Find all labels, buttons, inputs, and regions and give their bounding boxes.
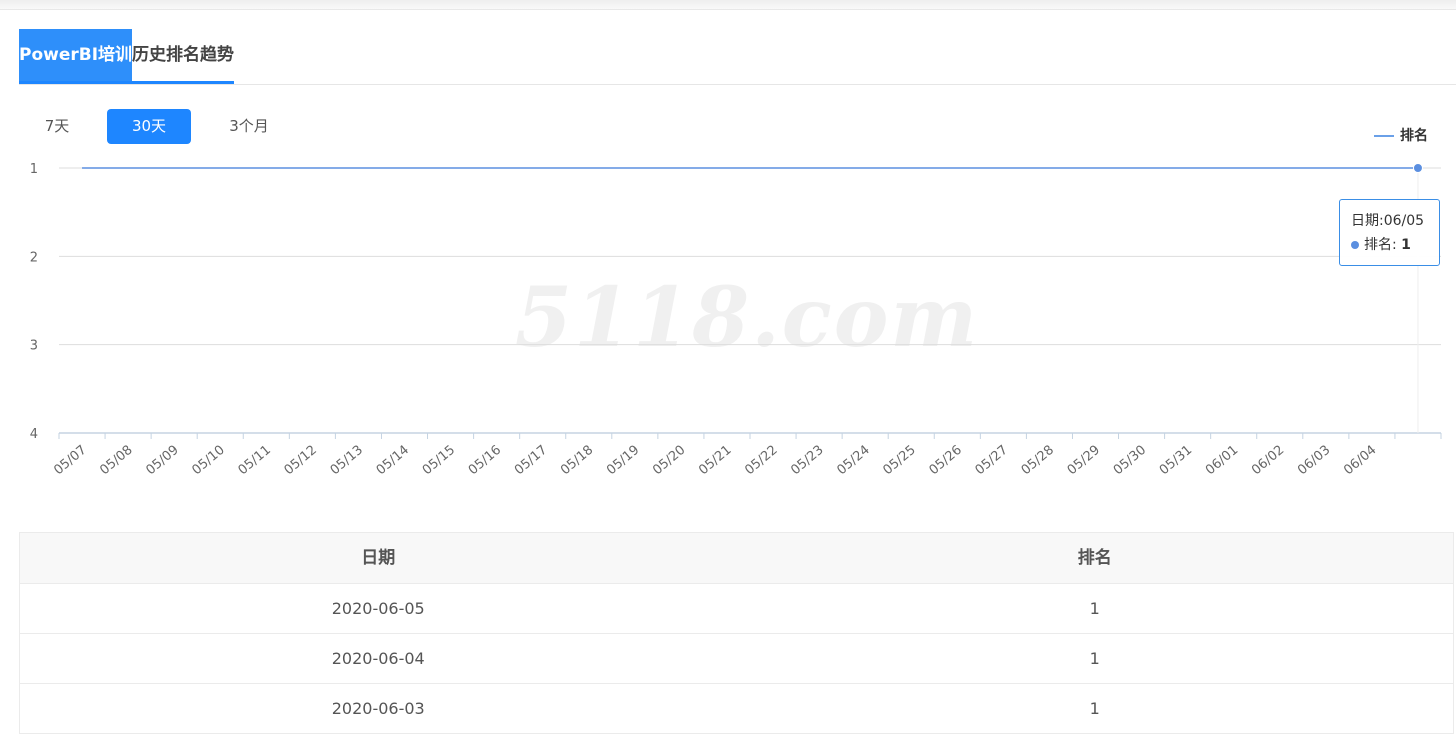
x-tick-label: 05/29 (1065, 443, 1103, 479)
x-tick-label: 05/13 (328, 443, 366, 479)
x-tick-label: 05/24 (834, 443, 872, 479)
table-cell-rank: 1 (1089, 649, 1100, 668)
x-tick-label: 05/10 (189, 443, 227, 479)
x-tick-label: 05/09 (143, 443, 181, 479)
y-tick-label: 4 (30, 427, 38, 442)
table-row: 2020-06-05 1 (20, 584, 1453, 634)
tooltip-series-row: 排名: 1 (1351, 233, 1439, 257)
tooltip-date: 日期:06/05 (1351, 213, 1425, 229)
x-tick-label: 06/04 (1341, 443, 1379, 479)
x-tick-label: 05/11 (236, 443, 274, 479)
table-header-date: 日期 (361, 548, 396, 568)
title-suffix: 历史排名趋势 (132, 45, 235, 65)
legend-line-icon (1374, 135, 1394, 137)
range-tab-7d[interactable]: 7天 (31, 109, 83, 144)
title-keyword: PowerBI培训 (19, 29, 133, 81)
x-tick-label: 06/02 (1249, 443, 1287, 479)
x-tick-label: 05/15 (420, 443, 458, 479)
x-tick-label: 05/27 (973, 443, 1011, 479)
table-cell-date: 2020-06-04 (331, 649, 425, 668)
x-tick-label: 05/28 (1019, 443, 1057, 479)
range-tab-30d[interactable]: 30天 (107, 109, 191, 144)
x-tick-label: 05/17 (512, 443, 550, 479)
range-tab-3m[interactable]: 3个月 (218, 109, 280, 144)
y-tick-label: 3 (30, 339, 38, 354)
rank-trend-chart[interactable]: 123405/07 05/08 05/09 05/10 05/11 05/12 05/13 0… (0, 140, 1456, 500)
x-tick-label: 05/16 (466, 443, 504, 479)
x-tick-label: 05/12 (282, 443, 320, 479)
chart-tooltip: 日期:06/05 排名: 1 (1339, 199, 1440, 266)
x-tick-label: 05/19 (604, 443, 642, 479)
tooltip-value: 1 (1401, 237, 1411, 253)
table-header: 日期 排名 (20, 533, 1453, 584)
x-tick-label: 05/30 (1111, 443, 1149, 479)
series-dot-icon (1351, 241, 1359, 249)
x-tick-label: 06/01 (1203, 443, 1241, 479)
y-tick-label: 2 (30, 250, 38, 265)
table-row: 2020-06-03 1 (20, 684, 1453, 734)
page-title: PowerBI培训历史排名趋势 (19, 29, 235, 84)
table-cell-date: 2020-06-05 (331, 599, 425, 618)
table-row: 2020-06-04 1 (20, 634, 1453, 684)
table-cell-rank: 1 (1089, 699, 1100, 718)
x-tick-label: 05/21 (696, 443, 734, 479)
x-tick-label: 05/22 (742, 443, 780, 479)
x-tick-label: 05/07 (51, 443, 89, 479)
x-tick-label: 06/03 (1295, 443, 1333, 479)
table-header-rank: 排名 (1077, 548, 1112, 568)
y-tick-label: 1 (30, 162, 38, 177)
table-cell-date: 2020-06-03 (331, 699, 425, 718)
x-tick-label: 05/20 (650, 443, 688, 479)
x-tick-label: 05/23 (788, 443, 826, 479)
x-tick-label: 05/26 (927, 443, 965, 479)
x-tick-label: 05/18 (558, 443, 596, 479)
x-tick-label: 05/25 (880, 443, 918, 479)
title-bar: PowerBI培训历史排名趋势 (19, 29, 1456, 85)
tooltip-series-label: 排名: (1364, 237, 1397, 253)
x-tick-label: 05/31 (1157, 443, 1195, 479)
data-point-highlight (1412, 163, 1423, 173)
table-cell-rank: 1 (1089, 599, 1100, 618)
x-tick-label: 05/08 (97, 443, 135, 479)
x-tick-label: 05/14 (374, 443, 412, 479)
rank-history-table: 日期 排名 2020-06-05 1 2020-06-04 1 2020-06-… (19, 532, 1454, 734)
top-strip (0, 0, 1456, 10)
